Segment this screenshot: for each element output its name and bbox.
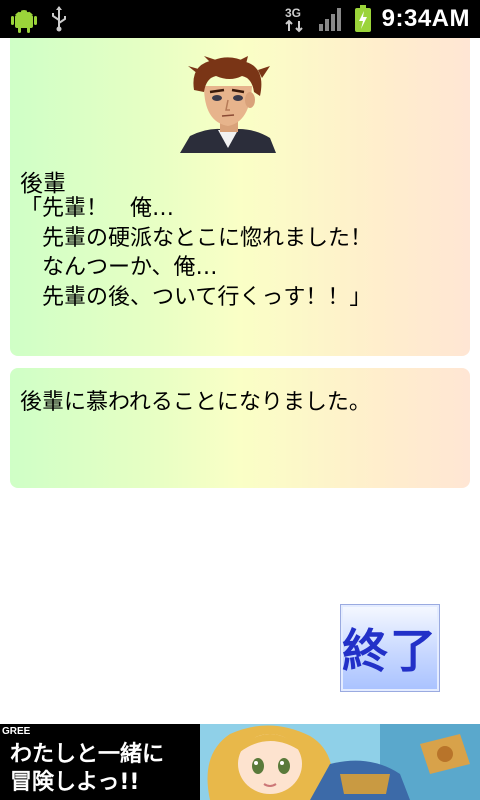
dialogue-line: なんつーか、俺…: [20, 255, 218, 280]
clock: 9:34AM: [381, 5, 470, 32]
android-icon: [11, 9, 37, 33]
end-button-label: 終了: [342, 624, 438, 678]
result-panel: 後輩に慕われることになりました。: [10, 368, 470, 488]
notification-icons: [8, 4, 68, 34]
3g-data-icon: 3G: [285, 6, 303, 33]
ad-text-area[interactable]: GREE わたしと一緒に 冒険しよっ!!: [0, 724, 200, 800]
ad-character-image[interactable]: [200, 724, 480, 800]
dialogue-line: 先輩の後、ついて行くっす！！」: [20, 284, 372, 310]
status-bar: 3G 9:34AM: [0, 0, 480, 38]
dialogue-panel: 後輩 「先輩！ 俺… 先輩の硬派なとこに惚れました！ なんつーか、俺… 先輩の後…: [10, 38, 470, 356]
result-message: 後輩に慕われることになりました。: [20, 390, 371, 415]
dialogue-text: 「先輩！ 俺… 先輩の硬派なとこに惚れました！ なんつーか、俺… 先輩の後、つい…: [20, 194, 372, 312]
usb-icon: [52, 6, 66, 32]
dialogue-line: 「先輩！ 俺…: [20, 196, 175, 221]
character-portrait: [180, 56, 276, 153]
end-button[interactable]: 終了: [340, 604, 440, 692]
speaker-name: 後輩: [20, 171, 66, 197]
ad-subheadline: 冒険しよっ!!: [10, 770, 140, 795]
svg-text:3G: 3G: [285, 6, 301, 20]
system-icons: 3G 9:34AM: [282, 4, 470, 34]
battery-charging-icon: [354, 5, 371, 32]
dialogue-line: 先輩の硬派なとこに惚れました！: [20, 225, 373, 251]
signal-bars-icon: [318, 8, 341, 31]
ad-banner[interactable]: GREE わたしと一緒に 冒険しよっ!!: [0, 724, 480, 800]
